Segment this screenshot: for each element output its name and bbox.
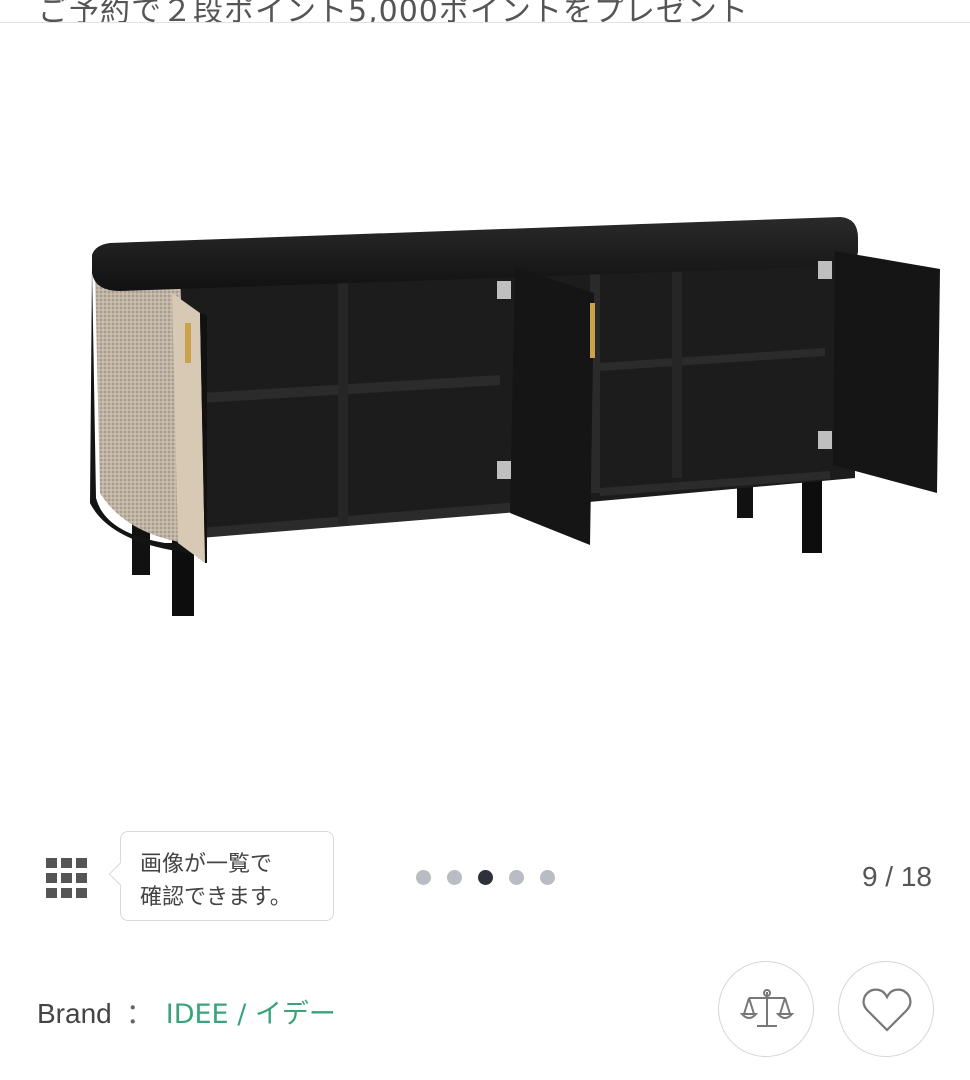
tooltip-line-2: 確認できます。 [140, 885, 292, 910]
pagination-dot-active[interactable] [478, 870, 493, 885]
pagination-dots [416, 870, 555, 886]
compare-button[interactable] [718, 961, 814, 1057]
pagination-dot[interactable] [447, 870, 462, 885]
pagination-dot[interactable] [509, 870, 524, 885]
heart-icon [862, 988, 912, 1032]
brand-label: Brand [37, 998, 112, 1029]
top-banner: ご予約で２段ポイント5,000ポイントをプレゼント [0, 0, 970, 23]
image-counter: 9 / 18 [861, 861, 932, 892]
brand-separator: ： [125, 998, 154, 1029]
pagination-dot[interactable] [416, 870, 431, 885]
favorite-button[interactable] [838, 961, 934, 1057]
tooltip-line-1: 画像が一覧で [140, 852, 273, 877]
scale-icon [739, 989, 795, 1027]
banner-text: ご予約で２段ポイント5,000ポイントをプレゼント [38, 0, 749, 23]
brand-row: Brand ： IDEE / イデー [37, 992, 336, 1032]
pagination-dot[interactable] [540, 870, 555, 885]
sideboard-image [90, 217, 940, 616]
grid-icon[interactable] [46, 858, 88, 898]
gallery-tooltip: 画像が一覧で 確認できます。 [120, 831, 334, 921]
brand-link[interactable]: IDEE / イデー [166, 999, 336, 1030]
product-image[interactable] [0, 23, 970, 823]
